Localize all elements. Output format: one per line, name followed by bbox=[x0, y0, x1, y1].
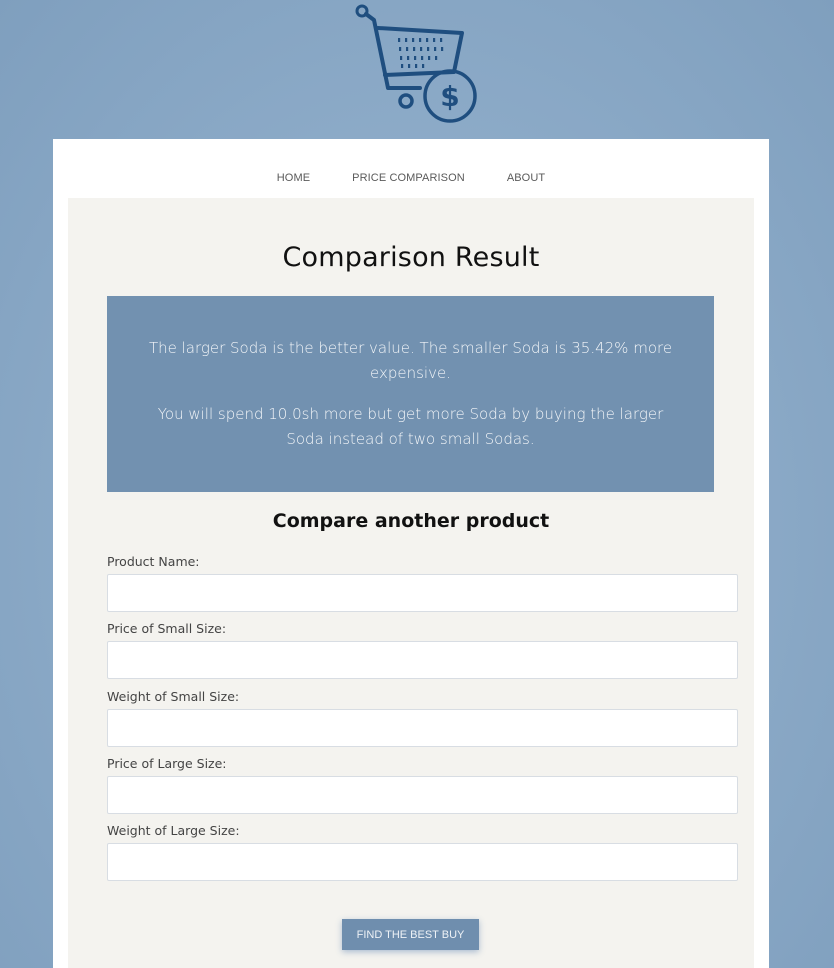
small-weight-input[interactable] bbox=[107, 709, 738, 747]
top-nav: HOME PRICE COMPARISON ABOUT bbox=[53, 139, 769, 198]
main-card: HOME PRICE COMPARISON ABOUT Comparison R… bbox=[53, 139, 769, 968]
result-box: The larger Soda is the better value. The… bbox=[107, 296, 714, 492]
large-weight-input[interactable] bbox=[107, 843, 738, 881]
small-weight-label: Weight of Small Size: bbox=[107, 689, 240, 704]
product-name-label: Product Name: bbox=[107, 554, 200, 569]
nav-price-comparison[interactable]: PRICE COMPARISON bbox=[352, 172, 465, 184]
product-name-input[interactable] bbox=[107, 574, 738, 612]
small-price-label: Price of Small Size: bbox=[107, 621, 227, 636]
small-price-input[interactable] bbox=[107, 641, 738, 679]
large-price-label: Price of Large Size: bbox=[107, 756, 227, 771]
large-weight-label: Weight of Large Size: bbox=[107, 823, 240, 838]
shopping-cart-dollar-icon: $ bbox=[352, 2, 480, 124]
nav-about[interactable]: ABOUT bbox=[507, 172, 545, 184]
large-price-input[interactable] bbox=[107, 776, 738, 814]
page-title: Comparison Result bbox=[282, 242, 540, 273]
content-panel: Comparison Result The larger Soda is the… bbox=[68, 198, 754, 968]
result-savings: You will spend 10.0sh more but get more … bbox=[157, 405, 664, 448]
svg-text:$: $ bbox=[440, 80, 459, 113]
nav-home[interactable]: HOME bbox=[277, 172, 310, 184]
result-summary: The larger Soda is the better value. The… bbox=[148, 339, 673, 382]
find-best-buy-button[interactable]: FIND THE BEST BUY bbox=[342, 919, 479, 950]
form-heading: Compare another product bbox=[272, 510, 550, 532]
